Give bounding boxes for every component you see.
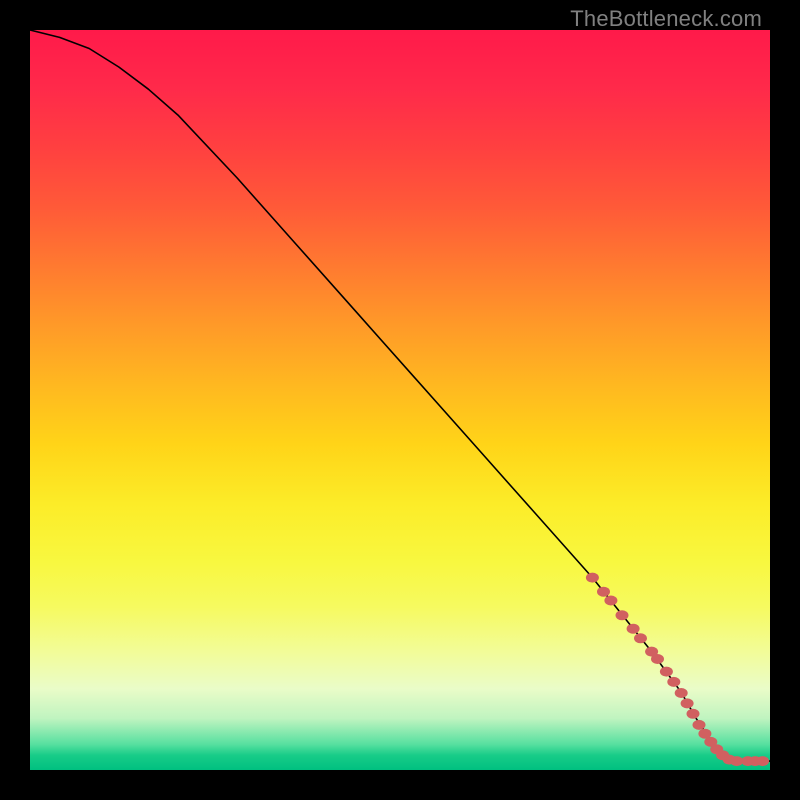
data-marker [651, 654, 664, 664]
data-marker [634, 633, 647, 643]
data-marker [756, 756, 769, 766]
chart-frame: TheBottleneck.com [0, 0, 800, 800]
marker-group [586, 573, 769, 767]
bottleneck-curve [30, 30, 770, 761]
data-marker [660, 667, 673, 677]
chart-overlay [30, 30, 770, 770]
plot-area: TheBottleneck.com [30, 30, 770, 770]
data-marker [681, 698, 694, 708]
data-marker [675, 688, 688, 698]
data-marker [586, 573, 599, 583]
data-marker [687, 709, 700, 719]
data-marker [667, 677, 680, 687]
data-marker [730, 756, 743, 766]
data-marker [693, 720, 706, 730]
watermark-label: TheBottleneck.com [570, 6, 762, 32]
data-marker [597, 587, 610, 597]
data-marker [627, 624, 640, 634]
data-marker [604, 596, 617, 606]
data-marker [616, 610, 629, 620]
